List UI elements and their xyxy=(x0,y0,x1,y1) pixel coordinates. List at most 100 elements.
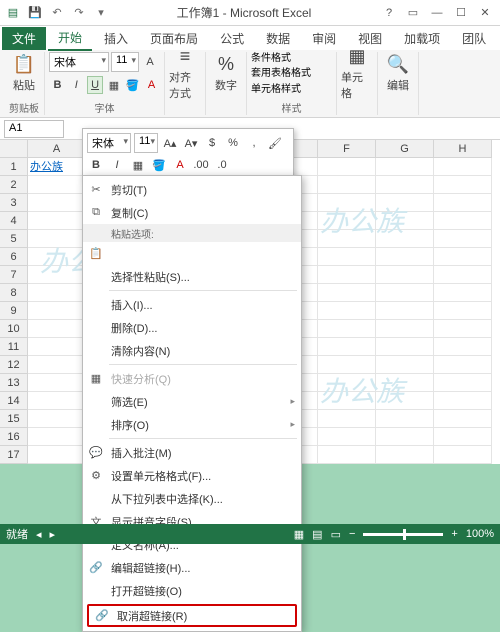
cell[interactable] xyxy=(376,266,434,284)
ctx-edit-hyperlink[interactable]: 🔗编辑超链接(H)... xyxy=(83,556,301,579)
cell[interactable]: 办公族 xyxy=(28,158,86,176)
cell[interactable] xyxy=(434,320,492,338)
mt-font-combo[interactable]: 宋体 xyxy=(87,133,131,153)
redo-icon[interactable]: ↷ xyxy=(70,4,88,22)
view-normal-icon[interactable]: ▦ xyxy=(294,528,304,541)
ctx-filter[interactable]: 筛选(E)▸ xyxy=(83,390,301,413)
cell[interactable] xyxy=(28,176,86,194)
row-header[interactable]: 9 xyxy=(0,302,28,320)
cell[interactable] xyxy=(376,320,434,338)
row-header[interactable]: 6 xyxy=(0,248,28,266)
cell[interactable] xyxy=(434,284,492,302)
row-header[interactable]: 5 xyxy=(0,230,28,248)
mt-fill-icon[interactable]: 🪣 xyxy=(150,156,168,174)
ctx-remove-hyperlink[interactable]: 🔗取消超链接(R) xyxy=(87,604,297,627)
tab-formulas[interactable]: 公式 xyxy=(210,27,254,50)
cell[interactable] xyxy=(434,356,492,374)
ctx-cut[interactable]: ✂剪切(T) xyxy=(83,178,301,201)
cell[interactable] xyxy=(318,194,376,212)
row-header[interactable]: 1 xyxy=(0,158,28,176)
cell[interactable] xyxy=(318,320,376,338)
cell[interactable] xyxy=(376,446,434,464)
cell[interactable] xyxy=(434,248,492,266)
cell[interactable] xyxy=(376,356,434,374)
cell[interactable] xyxy=(318,212,376,230)
cell[interactable] xyxy=(434,212,492,230)
col-header[interactable]: F xyxy=(318,140,376,158)
zoom-in-icon[interactable]: + xyxy=(451,528,457,540)
tab-data[interactable]: 数据 xyxy=(256,27,300,50)
row-header[interactable]: 14 xyxy=(0,392,28,410)
qat-more-icon[interactable]: ▾ xyxy=(92,4,110,22)
row-header[interactable]: 3 xyxy=(0,194,28,212)
cell[interactable] xyxy=(376,230,434,248)
minimize-icon[interactable]: — xyxy=(426,4,448,22)
cell[interactable] xyxy=(318,374,376,392)
cell[interactable] xyxy=(434,428,492,446)
cell[interactable] xyxy=(376,194,434,212)
close-icon[interactable]: ✕ xyxy=(474,4,496,22)
cell[interactable] xyxy=(318,158,376,176)
tab-file[interactable]: 文件 xyxy=(2,27,46,50)
cell[interactable] xyxy=(434,158,492,176)
ctx-insert-comment[interactable]: 💬插入批注(M) xyxy=(83,441,301,464)
cell[interactable] xyxy=(318,248,376,266)
save-icon[interactable]: 💾 xyxy=(26,4,44,22)
ctx-copy[interactable]: ⧉复制(C) xyxy=(83,201,301,224)
cell[interactable] xyxy=(28,230,86,248)
sheet-nav-icon[interactable]: ▸ xyxy=(50,528,56,541)
cell[interactable] xyxy=(318,284,376,302)
cell[interactable] xyxy=(376,284,434,302)
align-button[interactable]: ≡对齐方式 xyxy=(169,52,201,94)
ctx-delete[interactable]: 删除(D)... xyxy=(83,316,301,339)
cell[interactable] xyxy=(376,248,434,266)
cell[interactable] xyxy=(434,392,492,410)
cell[interactable] xyxy=(376,410,434,428)
maximize-icon[interactable]: ☐ xyxy=(450,4,472,22)
cell[interactable] xyxy=(318,410,376,428)
tab-home[interactable]: 开始 xyxy=(48,26,92,51)
col-header[interactable]: H xyxy=(434,140,492,158)
cell[interactable] xyxy=(28,356,86,374)
cell[interactable] xyxy=(28,392,86,410)
col-header[interactable]: A xyxy=(28,140,86,158)
font-name-combo[interactable]: 宋体 xyxy=(49,52,109,72)
cell[interactable] xyxy=(318,338,376,356)
cell[interactable] xyxy=(318,302,376,320)
mt-comma-icon[interactable]: , xyxy=(245,134,263,152)
table-format-button[interactable]: 套用表格格式 xyxy=(251,67,332,81)
cell[interactable] xyxy=(28,212,86,230)
cell[interactable] xyxy=(28,446,86,464)
number-button[interactable]: %数字 xyxy=(210,52,242,94)
cell[interactable] xyxy=(28,410,86,428)
cell[interactable] xyxy=(376,392,434,410)
ctx-clear[interactable]: 清除内容(N) xyxy=(83,339,301,362)
ctx-pick-dropdown[interactable]: 从下拉列表中选择(K)... xyxy=(83,487,301,510)
zoom-out-icon[interactable]: − xyxy=(349,528,355,540)
cell[interactable] xyxy=(28,194,86,212)
mt-grow-icon[interactable]: A▴ xyxy=(161,134,179,152)
ctx-open-hyperlink[interactable]: 打开超链接(O) xyxy=(83,579,301,602)
cell[interactable] xyxy=(434,176,492,194)
row-header[interactable]: 15 xyxy=(0,410,28,428)
row-header[interactable]: 17 xyxy=(0,446,28,464)
cell[interactable] xyxy=(376,374,434,392)
row-header[interactable]: 16 xyxy=(0,428,28,446)
cell[interactable] xyxy=(434,338,492,356)
ctx-sort[interactable]: 排序(O)▸ xyxy=(83,413,301,436)
ctx-insert[interactable]: 插入(I)... xyxy=(83,293,301,316)
ctx-paste-special[interactable]: 选择性粘贴(S)... xyxy=(83,265,301,288)
cell[interactable] xyxy=(434,194,492,212)
cell[interactable] xyxy=(28,428,86,446)
mt-dec-inc-icon[interactable]: .00 xyxy=(192,156,210,174)
cell[interactable] xyxy=(318,356,376,374)
cond-format-button[interactable]: 条件格式 xyxy=(251,52,332,66)
cell[interactable] xyxy=(376,428,434,446)
tab-addins[interactable]: 加载项 xyxy=(394,27,450,50)
tab-layout[interactable]: 页面布局 xyxy=(140,27,208,50)
view-layout-icon[interactable]: ▤ xyxy=(312,528,322,541)
help-icon[interactable]: ? xyxy=(378,4,400,22)
row-header[interactable]: 13 xyxy=(0,374,28,392)
tab-insert[interactable]: 插入 xyxy=(94,27,138,50)
cell[interactable] xyxy=(318,428,376,446)
